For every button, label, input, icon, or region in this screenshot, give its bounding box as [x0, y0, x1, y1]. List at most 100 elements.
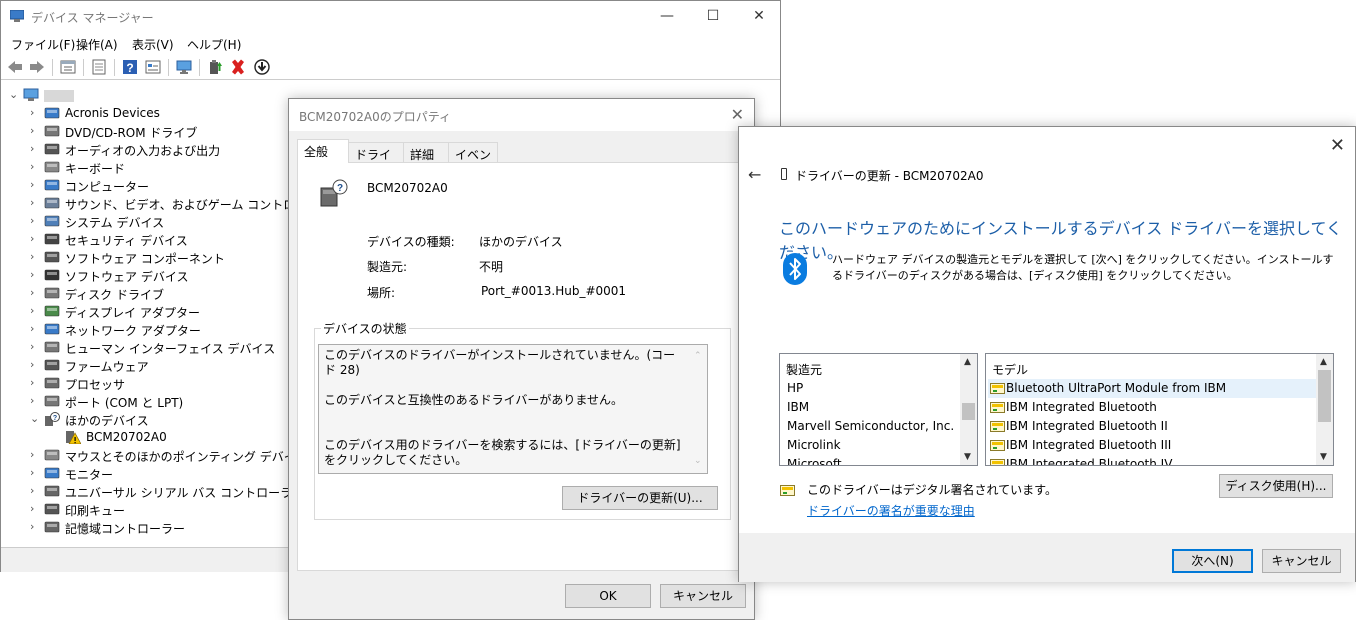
- keyboard-icon: [44, 161, 60, 173]
- device-type-label: デバイスの種類:: [367, 235, 455, 249]
- chevron-right-icon[interactable]: ›: [30, 268, 40, 281]
- driver-icon: [990, 440, 1005, 451]
- menu-file[interactable]: ファイル(F): [11, 36, 75, 53]
- chevron-right-icon[interactable]: ›: [30, 232, 40, 245]
- manufacturer-value: 不明: [479, 260, 504, 274]
- list-item[interactable]: HP: [787, 381, 803, 395]
- update-driver-icon[interactable]: [207, 59, 223, 75]
- maximize-button[interactable]: ☐: [690, 1, 736, 32]
- scrollbar-thumb[interactable]: [1318, 370, 1331, 422]
- tab-details[interactable]: 詳細: [403, 142, 449, 163]
- dvd-icon: [44, 125, 60, 137]
- chevron-right-icon[interactable]: ›: [30, 160, 40, 173]
- menu-bar: ファイル(F) 操作(A) 表示(V) ヘルプ(H): [1, 32, 780, 54]
- chevron-down-icon[interactable]: ⌄: [9, 88, 19, 101]
- help-icon[interactable]: ?: [122, 59, 138, 75]
- list-item[interactable]: Microsoft: [787, 457, 842, 465]
- chevron-right-icon[interactable]: ›: [30, 358, 40, 371]
- update-driver-button[interactable]: ドライバーの更新(U)...: [562, 486, 718, 510]
- chevron-right-icon[interactable]: ›: [30, 286, 40, 299]
- mouse-icon: [44, 449, 60, 461]
- chevron-right-icon[interactable]: ›: [30, 304, 40, 317]
- storage-icon: [44, 521, 60, 533]
- chevron-right-icon[interactable]: ›: [30, 394, 40, 407]
- chevron-right-icon[interactable]: ›: [30, 124, 40, 137]
- tree-item-label: ソフトウェア デバイス: [65, 270, 189, 284]
- download-icon[interactable]: [254, 59, 270, 75]
- properties-dialog: BCM20702A0のプロパティ ✕ 全般 ドライバー 詳細 イベント ? BC…: [288, 98, 755, 620]
- tab-general[interactable]: 全般: [297, 139, 349, 163]
- chevron-right-icon[interactable]: ›: [30, 448, 40, 461]
- chevron-right-icon[interactable]: ›: [30, 376, 40, 389]
- properties-title-bar[interactable]: BCM20702A0のプロパティ ✕: [289, 99, 754, 131]
- scrollbar-thumb[interactable]: [962, 403, 975, 420]
- minimize-button[interactable]: —: [644, 1, 690, 32]
- model-scrollbar[interactable]: ▲ ▼: [1316, 354, 1333, 465]
- properties-close-button[interactable]: ✕: [731, 105, 744, 124]
- chevron-right-icon[interactable]: ›: [30, 106, 40, 119]
- processor-icon: [44, 377, 60, 389]
- chevron-right-icon[interactable]: ›: [30, 502, 40, 515]
- model-list[interactable]: モデル Bluetooth UltraPort Module from IBM I…: [985, 353, 1334, 466]
- list-item[interactable]: IBM Integrated Bluetooth II: [990, 419, 1168, 433]
- manufacturer-list[interactable]: 製造元 HP IBM Marvell Semiconductor, Inc. M…: [779, 353, 978, 466]
- status-scrollbar[interactable]: ⌃ ⌄: [690, 345, 707, 473]
- list-item[interactable]: Marvell Semiconductor, Inc.: [787, 419, 954, 433]
- chevron-right-icon[interactable]: ›: [30, 484, 40, 497]
- chevron-right-icon[interactable]: ›: [30, 520, 40, 533]
- have-disk-button[interactable]: ディスク使用(H)...: [1219, 474, 1333, 498]
- tree-item-label: ファームウェア: [65, 360, 149, 374]
- list-item[interactable]: Bluetooth UltraPort Module from IBM: [990, 381, 1226, 395]
- device-status-text[interactable]: このデバイスのドライバーがインストールされていません。(コード 28) このデバ…: [318, 344, 708, 474]
- chevron-right-icon[interactable]: ›: [30, 340, 40, 353]
- chevron-right-icon[interactable]: ›: [30, 196, 40, 209]
- list-icon[interactable]: [91, 59, 107, 75]
- menu-view[interactable]: 表示(V): [132, 36, 174, 53]
- chevron-right-icon[interactable]: ›: [30, 178, 40, 191]
- properties-icon[interactable]: [60, 59, 76, 75]
- ok-button[interactable]: OK: [565, 584, 651, 608]
- tree-item-label: セキュリティ デバイス: [65, 234, 188, 248]
- tree-item-label: ヒューマン インターフェイス デバイス: [65, 342, 276, 356]
- chevron-right-icon[interactable]: ›: [30, 214, 40, 227]
- driver-icon: [990, 421, 1005, 432]
- tab-driver[interactable]: ドライバー: [348, 142, 404, 179]
- chevron-right-icon[interactable]: ›: [30, 466, 40, 479]
- driver-icon: [990, 402, 1005, 413]
- back-arrow-icon[interactable]: ←: [748, 165, 761, 184]
- menu-help[interactable]: ヘルプ(H): [187, 36, 241, 53]
- wizard-close-button[interactable]: ✕: [1330, 135, 1345, 156]
- cancel-button[interactable]: キャンセル: [660, 584, 746, 608]
- tree-item-label: ネットワーク アダプター: [65, 324, 201, 338]
- list-item[interactable]: IBM Integrated Bluetooth: [990, 400, 1157, 414]
- speaker-icon: [44, 143, 60, 155]
- view-icon[interactable]: [145, 59, 161, 75]
- next-button[interactable]: 次へ(N): [1172, 549, 1253, 573]
- signed-text: このドライバーはデジタル署名されています。: [807, 483, 1057, 497]
- title-bar[interactable]: デバイス マネージャー — ☐ ✕: [1, 1, 780, 32]
- back-icon[interactable]: [7, 59, 23, 75]
- printer-icon: [44, 503, 60, 515]
- monitor-icon: [44, 467, 60, 479]
- monitor-icon[interactable]: [176, 59, 192, 75]
- list-item[interactable]: IBM Integrated Bluetooth IV: [990, 457, 1172, 465]
- forward-icon[interactable]: [29, 59, 45, 75]
- device-small-icon: [781, 168, 787, 180]
- chevron-right-icon[interactable]: ›: [30, 142, 40, 155]
- close-button[interactable]: ✕: [736, 1, 782, 32]
- chevron-right-icon[interactable]: ›: [30, 322, 40, 335]
- list-item[interactable]: Microlink: [787, 438, 841, 452]
- menu-action[interactable]: 操作(A): [76, 36, 118, 53]
- chevron-down-icon[interactable]: ⌄: [30, 412, 40, 425]
- status-line: このデバイス用のドライバーを検索するには、[ドライバーの更新] をクリックしてく…: [324, 438, 681, 467]
- chevron-right-icon[interactable]: ›: [30, 250, 40, 263]
- manufacturer-scrollbar[interactable]: ▲ ▼: [960, 354, 977, 465]
- list-item[interactable]: IBM: [787, 400, 809, 414]
- tab-events[interactable]: イベント: [448, 142, 498, 179]
- tree-item-label: プロセッサ: [65, 378, 126, 392]
- list-item[interactable]: IBM Integrated Bluetooth III: [990, 438, 1171, 452]
- uninstall-icon[interactable]: [230, 59, 246, 75]
- tree-item-label: オーディオの入力および出力: [65, 144, 221, 158]
- driver-signing-link[interactable]: ドライバーの署名が重要な理由: [807, 502, 975, 519]
- wizard-cancel-button[interactable]: キャンセル: [1262, 549, 1341, 573]
